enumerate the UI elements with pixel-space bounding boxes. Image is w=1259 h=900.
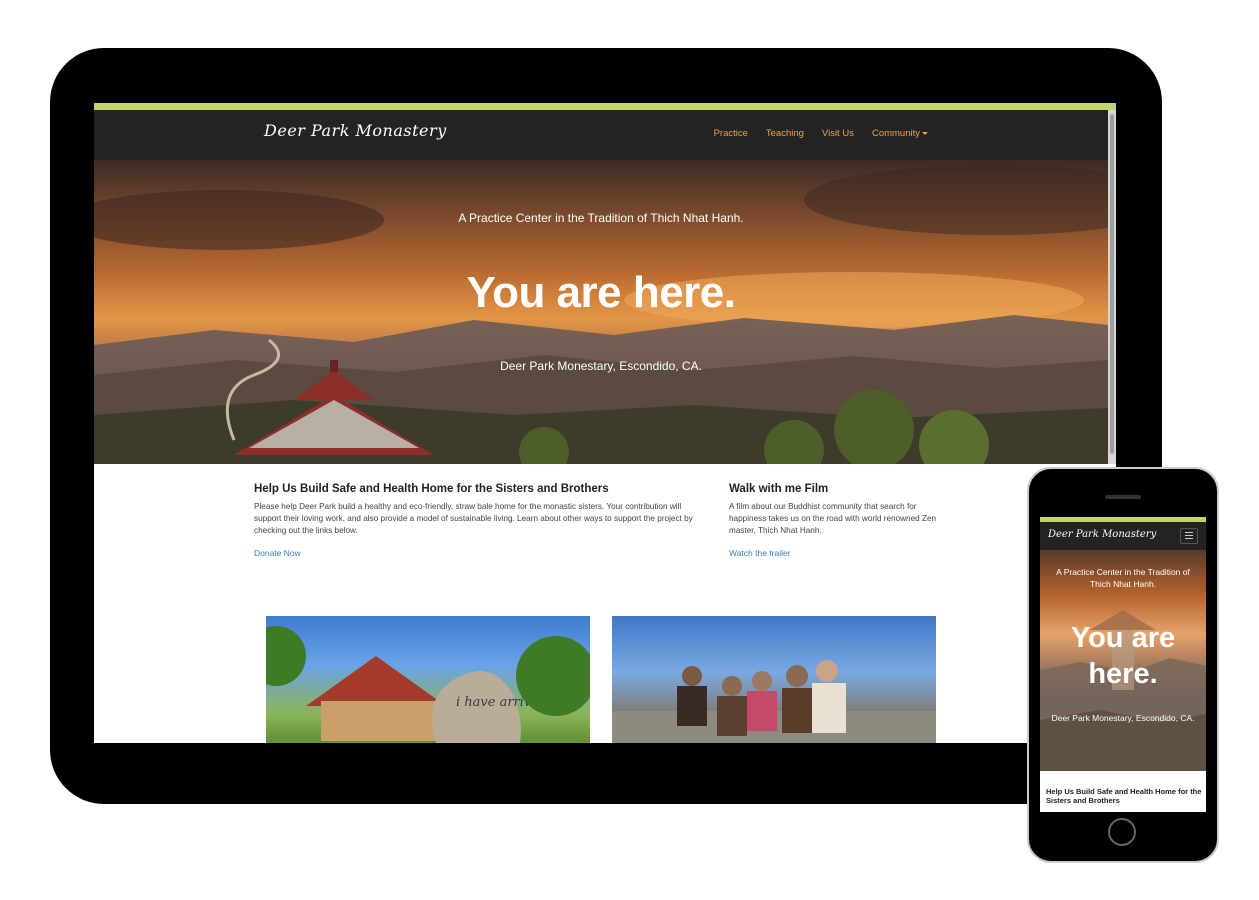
section-body: Please help Deer Park build a healthy an… [254, 502, 693, 535]
nav-item-visit-us[interactable]: Visit Us [822, 128, 854, 139]
donation-section: Help Us Build Safe and Health Home for t… [254, 483, 706, 561]
section-heading: Help Us Build Safe and Health Home for t… [254, 483, 609, 495]
site-logo[interactable]: Deer Park Monastery [264, 121, 447, 140]
mobile-hero-title-line: You are [1070, 622, 1176, 654]
mobile-hero-subtitle: A Practice Center in the Tradition of Th… [1056, 567, 1190, 589]
accent-bar [94, 103, 1116, 110]
hero-banner: A Practice Center in the Tradition of Th… [94, 160, 1108, 464]
mobile-hero-banner: A Practice Center in the Tradition of Th… [1040, 550, 1206, 771]
hero-location: Deer Park Monestary, Escondido, CA. [500, 359, 702, 373]
meditation-hall-image: i have arrived i am [266, 626, 590, 743]
scrollbar[interactable] [1108, 110, 1116, 464]
phone-screen: Deer Park Monastery A Practice Center in… [1040, 517, 1206, 812]
meditation-hall-photo[interactable]: i have arrived i am [266, 616, 590, 743]
tablet-device: Deer Park Monastery Practice Teaching Vi… [50, 48, 1162, 804]
phone-speaker [1105, 495, 1141, 499]
mobile-hero-title: You are here. [1040, 620, 1206, 692]
home-button[interactable] [1108, 818, 1136, 846]
mobile-hero-title-line: here. [1088, 658, 1158, 690]
hero-title: You are here. [466, 268, 736, 317]
nav-item-community-label: Community [871, 128, 920, 139]
mobile-site-logo[interactable]: Deer Park Monastery [1048, 529, 1156, 540]
nav-item-teaching[interactable]: Teaching [766, 128, 804, 139]
mobile-section-heading: Help Us Build Safe and Health Home for t… [1046, 787, 1202, 805]
nav-item-community[interactable]: Community [872, 128, 928, 139]
hero-subtitle: A Practice Center in the Tradition of Th… [458, 211, 744, 225]
mobile-hero-location: Deer Park Monestary, Escondido, CA. [1051, 713, 1195, 723]
hamburger-icon[interactable] [1180, 528, 1198, 544]
nav-item-practice[interactable]: Practice [714, 128, 748, 139]
section-body: A film about our Buddhist community that… [729, 502, 937, 535]
phone-device: Deer Park Monastery A Practice Center in… [1027, 467, 1219, 863]
watch-trailer-link[interactable]: Watch the trailer [729, 548, 791, 558]
tablet-screen: Deer Park Monastery Practice Teaching Vi… [94, 103, 1116, 743]
caret-down-icon [922, 131, 928, 135]
section-heading: Walk with me Film [729, 483, 829, 495]
community-group-image [612, 660, 936, 743]
community-photo[interactable] [612, 616, 936, 743]
mobile-navbar: Deer Park Monastery [1040, 522, 1206, 550]
film-section: Walk with me Film A film about our Buddh… [729, 483, 954, 561]
navbar: Deer Park Monastery Practice Teaching Vi… [94, 110, 1116, 160]
donate-now-link[interactable]: Donate Now [254, 548, 301, 558]
nav-menu: Practice Teaching Visit Us Community [714, 128, 928, 139]
